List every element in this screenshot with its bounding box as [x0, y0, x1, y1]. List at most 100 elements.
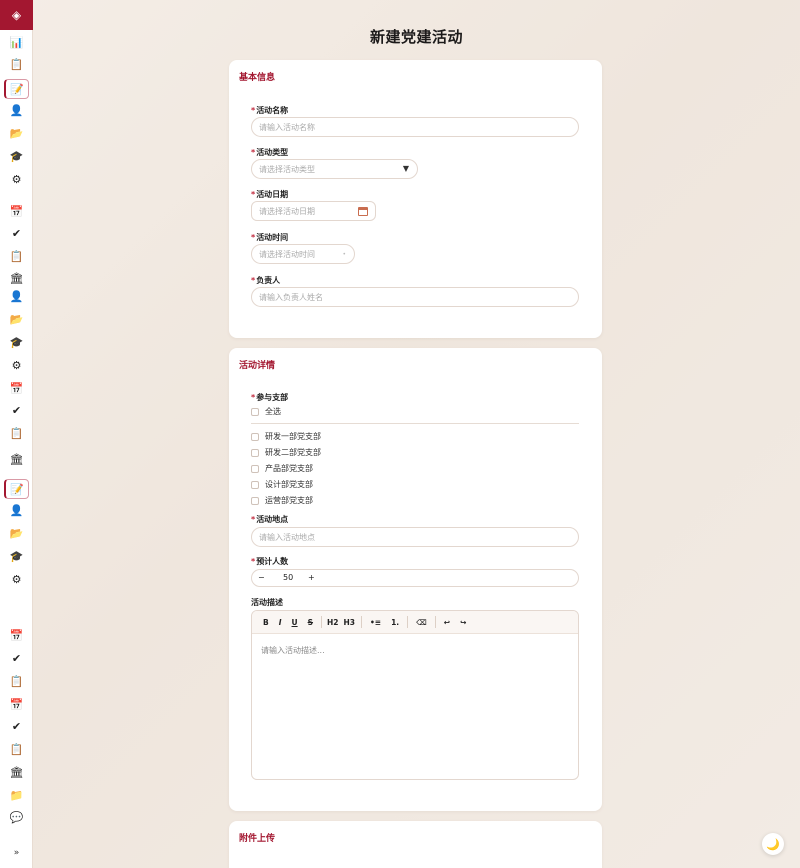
- branch-label-text: 设计部党支部: [265, 480, 313, 489]
- chevron-down-icon: •: [342, 251, 346, 258]
- activity-name-input[interactable]: 请输入活动名称: [251, 117, 579, 137]
- activity-type-label: *活动类型: [251, 148, 289, 157]
- folder-icon[interactable]: 📂: [8, 525, 25, 542]
- branch-checkbox[interactable]: 研发一部党支部: [251, 431, 321, 442]
- chat-icon[interactable]: 💬: [8, 809, 25, 826]
- chevron-down-icon: ▼: [402, 164, 409, 173]
- check-icon[interactable]: ✔: [8, 402, 25, 419]
- location-label: *活动地点: [251, 515, 289, 524]
- checkbox-box[interactable]: [251, 464, 259, 473]
- branch-label-text: 产品部党支部: [265, 464, 313, 473]
- branch-checkbox[interactable]: 设计部党支部: [251, 479, 313, 490]
- clipboard-icon[interactable]: 📋: [8, 56, 25, 73]
- calendar-icon[interactable]: 📅: [8, 696, 25, 713]
- edit-document-icon[interactable]: 📝: [4, 479, 29, 499]
- count-stepper[interactable]: − 50 +: [251, 569, 579, 587]
- branch-label-text: 研发一部党支部: [265, 432, 321, 441]
- owner-input[interactable]: 请输入负责人姓名: [251, 287, 579, 307]
- branch-label-text: 研发二部党支部: [265, 448, 321, 457]
- select-all-checkbox[interactable]: 全选: [251, 406, 281, 417]
- user-icon[interactable]: 👤: [8, 102, 25, 119]
- activity-detail-card: 活动详情 *参与支部 全选 研发一部党支部 研发二部党支部 产品部党支部 设计部党支部…: [229, 348, 602, 811]
- check-icon[interactable]: ✔: [8, 225, 25, 242]
- clipboard-icon[interactable]: 📋: [8, 425, 25, 442]
- calendar-icon[interactable]: 📅: [8, 380, 25, 397]
- activity-date-label: *活动日期: [251, 190, 289, 199]
- graduation-cap-icon[interactable]: 🎓: [8, 548, 25, 565]
- calendar-icon[interactable]: 📅: [8, 627, 25, 644]
- folder-icon[interactable]: 📂: [8, 311, 25, 328]
- clipboard-icon[interactable]: 📋: [8, 673, 25, 690]
- decrement-button[interactable]: −: [258, 573, 265, 582]
- activity-name-label: *活动名称: [251, 106, 289, 115]
- checkbox-box[interactable]: [251, 448, 259, 457]
- checkbox-box[interactable]: [251, 496, 259, 505]
- building-icon[interactable]: 🏛: [8, 764, 25, 781]
- branch-label: *参与支部: [251, 393, 289, 402]
- edit-document-icon[interactable]: 📝: [4, 79, 29, 99]
- bullet-list-button[interactable]: •≡: [370, 618, 381, 627]
- settings-icon[interactable]: ⚙: [8, 357, 25, 374]
- owner-label: *负责人: [251, 276, 281, 285]
- theme-toggle-button[interactable]: 🌙: [762, 833, 784, 855]
- activity-type-select[interactable]: 请选择活动类型 ▼: [251, 159, 418, 179]
- user-icon[interactable]: 👤: [8, 288, 25, 305]
- branch-checkbox[interactable]: 运营部党支部: [251, 495, 313, 506]
- branch-checkbox[interactable]: 产品部党支部: [251, 463, 313, 474]
- graduation-cap-icon[interactable]: 🎓: [8, 334, 25, 351]
- graduation-cap-icon[interactable]: 🎓: [8, 148, 25, 165]
- activity-time-label: *活动时间: [251, 233, 289, 242]
- heading2-button[interactable]: H2: [327, 618, 339, 627]
- italic-button[interactable]: I: [279, 618, 282, 627]
- checkbox-box[interactable]: [251, 432, 259, 441]
- undo-icon[interactable]: ↩: [444, 618, 450, 627]
- checkbox-box[interactable]: [251, 407, 259, 416]
- branch-label-text: 运营部党支部: [265, 496, 313, 505]
- divider: [251, 423, 579, 424]
- editor-placeholder: 请输入活动描述...: [261, 646, 325, 655]
- check-icon[interactable]: ✔: [8, 650, 25, 667]
- toolbar-separator: [407, 616, 409, 628]
- location-input[interactable]: 请输入活动地点: [251, 527, 579, 547]
- clear-format-icon[interactable]: ⌫: [416, 618, 427, 627]
- folder-icon[interactable]: 📁: [8, 787, 25, 804]
- basic-info-title: 基本信息: [239, 73, 276, 83]
- strikethrough-button[interactable]: S: [308, 618, 313, 627]
- toolbar-separator: [434, 616, 436, 628]
- toolbar-separator: [361, 616, 363, 628]
- moon-icon: 🌙: [766, 837, 780, 851]
- building-icon[interactable]: 🏛: [8, 451, 25, 468]
- folder-icon[interactable]: 📂: [8, 125, 25, 142]
- sidebar-expand-button[interactable]: »: [8, 846, 25, 860]
- editor-toolbar: B I U S H2 H3 •≡ 1. ⌫ ↩ ↪: [252, 611, 578, 634]
- count-value[interactable]: 50: [283, 573, 293, 582]
- chart-icon[interactable]: 📊: [8, 34, 25, 51]
- redo-icon[interactable]: ↪: [460, 618, 466, 627]
- underline-button[interactable]: U: [292, 618, 298, 627]
- clipboard-icon[interactable]: 📋: [8, 248, 25, 265]
- description-editor[interactable]: B I U S H2 H3 •≡ 1. ⌫ ↩ ↪ 请输入活动描述...: [251, 610, 579, 780]
- building-icon[interactable]: 🏛: [8, 270, 25, 287]
- checkbox-box[interactable]: [251, 480, 259, 489]
- activity-time-select[interactable]: 请选择活动时间 •: [251, 244, 355, 264]
- app-logo[interactable]: ◈: [0, 0, 33, 30]
- branch-checkbox[interactable]: 研发二部党支部: [251, 447, 321, 458]
- settings-icon[interactable]: ⚙: [8, 571, 25, 588]
- activity-detail-title: 活动详情: [239, 361, 276, 371]
- settings-icon[interactable]: ⚙: [8, 171, 25, 188]
- heading3-button[interactable]: H3: [344, 618, 356, 627]
- upload-card: 附件上传: [229, 821, 602, 868]
- toolbar-separator: [321, 616, 323, 628]
- calendar-icon[interactable]: 📅: [8, 203, 25, 220]
- increment-button[interactable]: +: [308, 573, 315, 582]
- activity-date-input[interactable]: 请选择活动日期: [251, 201, 376, 221]
- bold-button[interactable]: B: [263, 618, 269, 627]
- user-icon[interactable]: 👤: [8, 502, 25, 519]
- clipboard-icon[interactable]: 📋: [8, 741, 25, 758]
- sidebar: ◈ 📊 📋 📝 👤 📂 🎓 ⚙ 📅 ✔ 📋 🏛 👤 📂 🎓 ⚙ 📅 ✔ 📋 🏛 📝 👤 📂 🎓 ⚙ 📅 ✔ 📋 📅 ✔ 📋 🏛 📁 💬 »: [0, 0, 33, 868]
- description-label: 活动描述: [251, 598, 283, 607]
- calendar-icon[interactable]: [358, 207, 368, 216]
- ordered-list-button[interactable]: 1.: [391, 618, 399, 627]
- count-label: *预计人数: [251, 557, 289, 566]
- check-icon[interactable]: ✔: [8, 718, 25, 735]
